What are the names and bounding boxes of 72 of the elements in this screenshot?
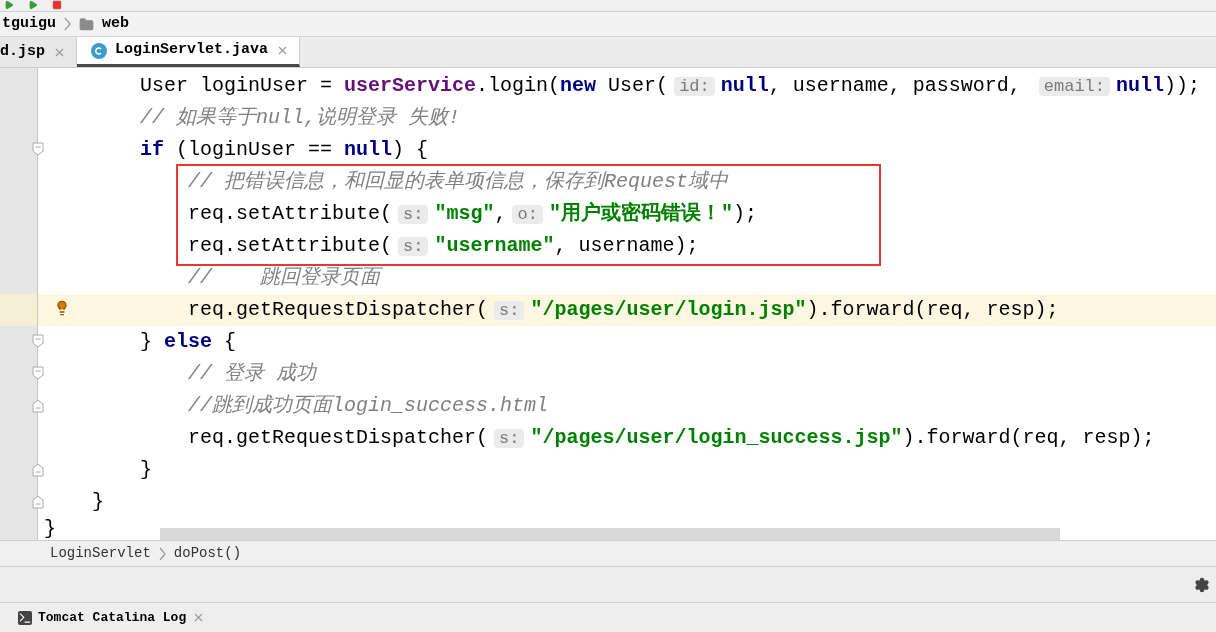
folder-icon <box>79 16 94 32</box>
fold-icon[interactable] <box>32 495 44 509</box>
terminal-icon <box>18 610 32 625</box>
code-token: } <box>140 458 152 481</box>
code-token: // 把错误信息，和回显的表单项信息，保存到Request域中 <box>188 170 729 193</box>
code-token: req.getRequestDispatcher( <box>188 298 489 321</box>
code-editor[interactable] <box>0 68 1216 540</box>
structure-item[interactable]: LoginServlet <box>50 543 151 564</box>
tool-window-tab[interactable]: Tomcat Catalina Log <box>18 607 206 628</box>
breadcrumb-item[interactable]: tguigu <box>2 12 56 36</box>
horizontal-scrollbar[interactable] <box>160 528 1060 540</box>
code-token: , <box>494 202 507 225</box>
code-token: "用户或密码错误！" <box>548 202 733 225</box>
code-token: // 如果等于null,说明登录 失败! <box>140 106 461 129</box>
code-token: req.setAttribute( <box>188 202 393 225</box>
code-token: else <box>164 330 213 353</box>
code-token: if <box>140 138 164 161</box>
code-token: "/pages/user/login_success.jsp" <box>530 426 903 449</box>
code-token: User loginUser = <box>140 74 334 97</box>
code-token: , username, password, <box>768 74 1022 97</box>
code-token: "/pages/user/login.jsp" <box>530 298 807 321</box>
code-token: // 登录 成功 <box>188 362 316 385</box>
code-token: "msg" <box>434 202 495 225</box>
play-icon[interactable] <box>4 0 14 10</box>
code-token: User( <box>607 74 669 97</box>
fold-icon[interactable] <box>32 142 44 156</box>
parameter-hint: email: <box>1038 77 1110 96</box>
code-token: null <box>1116 74 1165 97</box>
fold-icon[interactable] <box>32 399 44 413</box>
code-token: (loginUser == <box>175 138 334 161</box>
code-token: } <box>44 517 56 540</box>
lightbulb-icon[interactable] <box>54 300 70 316</box>
parameter-hint: s: <box>398 205 429 224</box>
code-token: } <box>92 490 104 513</box>
structure-item[interactable]: doPost() <box>173 543 242 564</box>
code-token: )); <box>1164 74 1201 97</box>
chevron-icon <box>158 546 166 561</box>
parameter-hint: s: <box>398 237 429 256</box>
parameter-hint: s: <box>494 429 525 448</box>
parameter-hint: id: <box>674 77 715 96</box>
class-icon <box>91 42 107 59</box>
chevron-icon <box>64 17 71 31</box>
stop-icon[interactable] <box>52 0 62 10</box>
code-token: new <box>560 74 597 97</box>
code-token: null <box>720 74 769 97</box>
fold-icon[interactable] <box>32 463 44 477</box>
code-token: .login( <box>476 74 561 97</box>
parameter-hint: o: <box>512 205 543 224</box>
editor-tab[interactable]: d.jsp <box>0 37 77 67</box>
play-icon[interactable] <box>28 0 38 10</box>
code-token: ); <box>732 202 757 225</box>
code-token: //跳到成功页面login_success.html <box>188 394 549 417</box>
code-token: } <box>140 330 153 353</box>
code-token: { <box>223 330 237 353</box>
code-token: , username); <box>554 234 699 257</box>
fold-icon[interactable] <box>32 366 44 380</box>
code-token: ).forward(req, resp); <box>902 426 1155 449</box>
code-token: "username" <box>434 234 555 257</box>
parameter-hint: s: <box>494 301 525 320</box>
code-token: ) { <box>392 138 429 161</box>
code-token: req.setAttribute( <box>188 234 393 257</box>
fold-icon[interactable] <box>32 334 44 348</box>
code-token: ).forward(req, resp); <box>806 298 1059 321</box>
code-token: req.getRequestDispatcher( <box>188 426 489 449</box>
code-token: null <box>344 138 393 161</box>
tab-label: d.jsp <box>0 41 45 62</box>
editor-tab[interactable]: LoginServlet.java <box>77 37 301 67</box>
settings-icon[interactable] <box>1194 576 1210 593</box>
tab-label: Tomcat Catalina Log <box>38 608 187 627</box>
tab-label: LoginServlet.java <box>115 40 269 61</box>
breadcrumb-item[interactable]: web <box>102 12 130 36</box>
code-token: userService <box>344 74 477 97</box>
